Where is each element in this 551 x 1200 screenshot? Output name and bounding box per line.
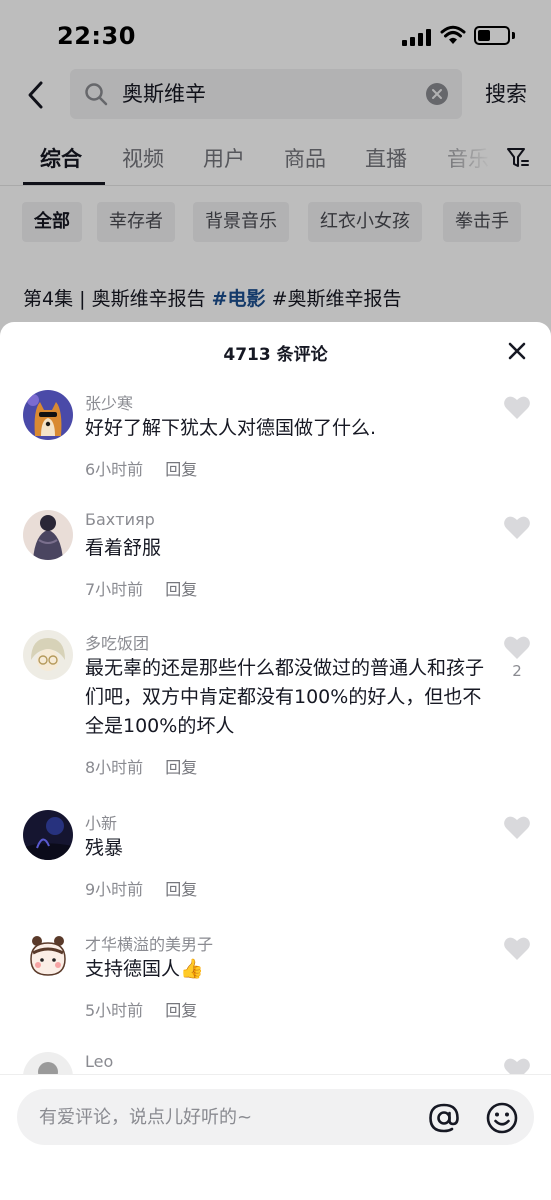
comment-meta: 6小时前 回复 <box>85 456 197 480</box>
comment-time: 8小时前 <box>85 758 144 777</box>
avatar[interactable] <box>23 390 73 440</box>
avatar[interactable] <box>23 931 73 981</box>
comment-username[interactable]: 张少寒 <box>85 390 133 414</box>
emoji-icon[interactable] <box>485 1101 519 1135</box>
heart-icon[interactable] <box>503 514 531 540</box>
comment-username[interactable]: 多吃饭团 <box>85 630 149 654</box>
comment-time: 5小时前 <box>85 1001 144 1020</box>
comment-time: 9小时前 <box>85 880 144 899</box>
avatar[interactable] <box>23 510 73 560</box>
reply-button[interactable]: 回复 <box>165 460 197 479</box>
heart-icon[interactable] <box>503 935 531 961</box>
comment-username[interactable]: Leo <box>85 1052 113 1071</box>
comment-meta: 8小时前 回复 <box>85 754 197 778</box>
comment-time: 6小时前 <box>85 460 144 479</box>
comment-input-bar <box>0 1074 551 1200</box>
comment-text: 最无辜的还是那些什么都没做过的普通人和孩子们吧，双方中肯定都没有100%的好人，… <box>85 657 485 737</box>
heart-icon[interactable] <box>503 634 531 660</box>
comment-username[interactable]: 小新 <box>85 810 117 834</box>
heart-icon[interactable] <box>503 394 531 420</box>
heart-icon[interactable] <box>503 814 531 840</box>
comment-meta: 9小时前 回复 <box>85 876 197 900</box>
mention-icon[interactable] <box>427 1101 461 1135</box>
comment-username[interactable]: 才华横溢的美男子 <box>85 931 213 955</box>
avatar[interactable] <box>23 810 73 860</box>
reply-button[interactable]: 回复 <box>165 580 197 599</box>
comment-sheet: 4713 条评论 张少寒 好好了解下犹太人对德国做了什么. 6小时前 回复 Ба… <box>0 322 551 1200</box>
comment-time: 7小时前 <box>85 580 144 599</box>
comment-text: 残暴 <box>85 837 124 859</box>
avatar[interactable] <box>23 630 73 680</box>
comment-meta: 5小时前 回复 <box>85 997 197 1021</box>
reply-button[interactable]: 回复 <box>165 758 197 777</box>
reply-button[interactable]: 回复 <box>165 880 197 899</box>
reply-button[interactable]: 回复 <box>165 1001 197 1020</box>
comment-input[interactable] <box>39 1089 409 1145</box>
comment-count-title: 4713 条评论 <box>223 345 328 365</box>
comment-text: 好好了解下犹太人对德国做了什么. <box>85 417 377 439</box>
comment-text: 看着舒服 <box>85 537 162 559</box>
like-count: 2 <box>512 662 522 680</box>
close-icon[interactable] <box>506 340 528 362</box>
comment-text: 支持德国人👍 <box>85 958 204 980</box>
comment-input-pill[interactable] <box>17 1089 534 1145</box>
comment-username[interactable]: Бахтияр <box>85 510 155 529</box>
comment-meta: 7小时前 回复 <box>85 576 197 600</box>
